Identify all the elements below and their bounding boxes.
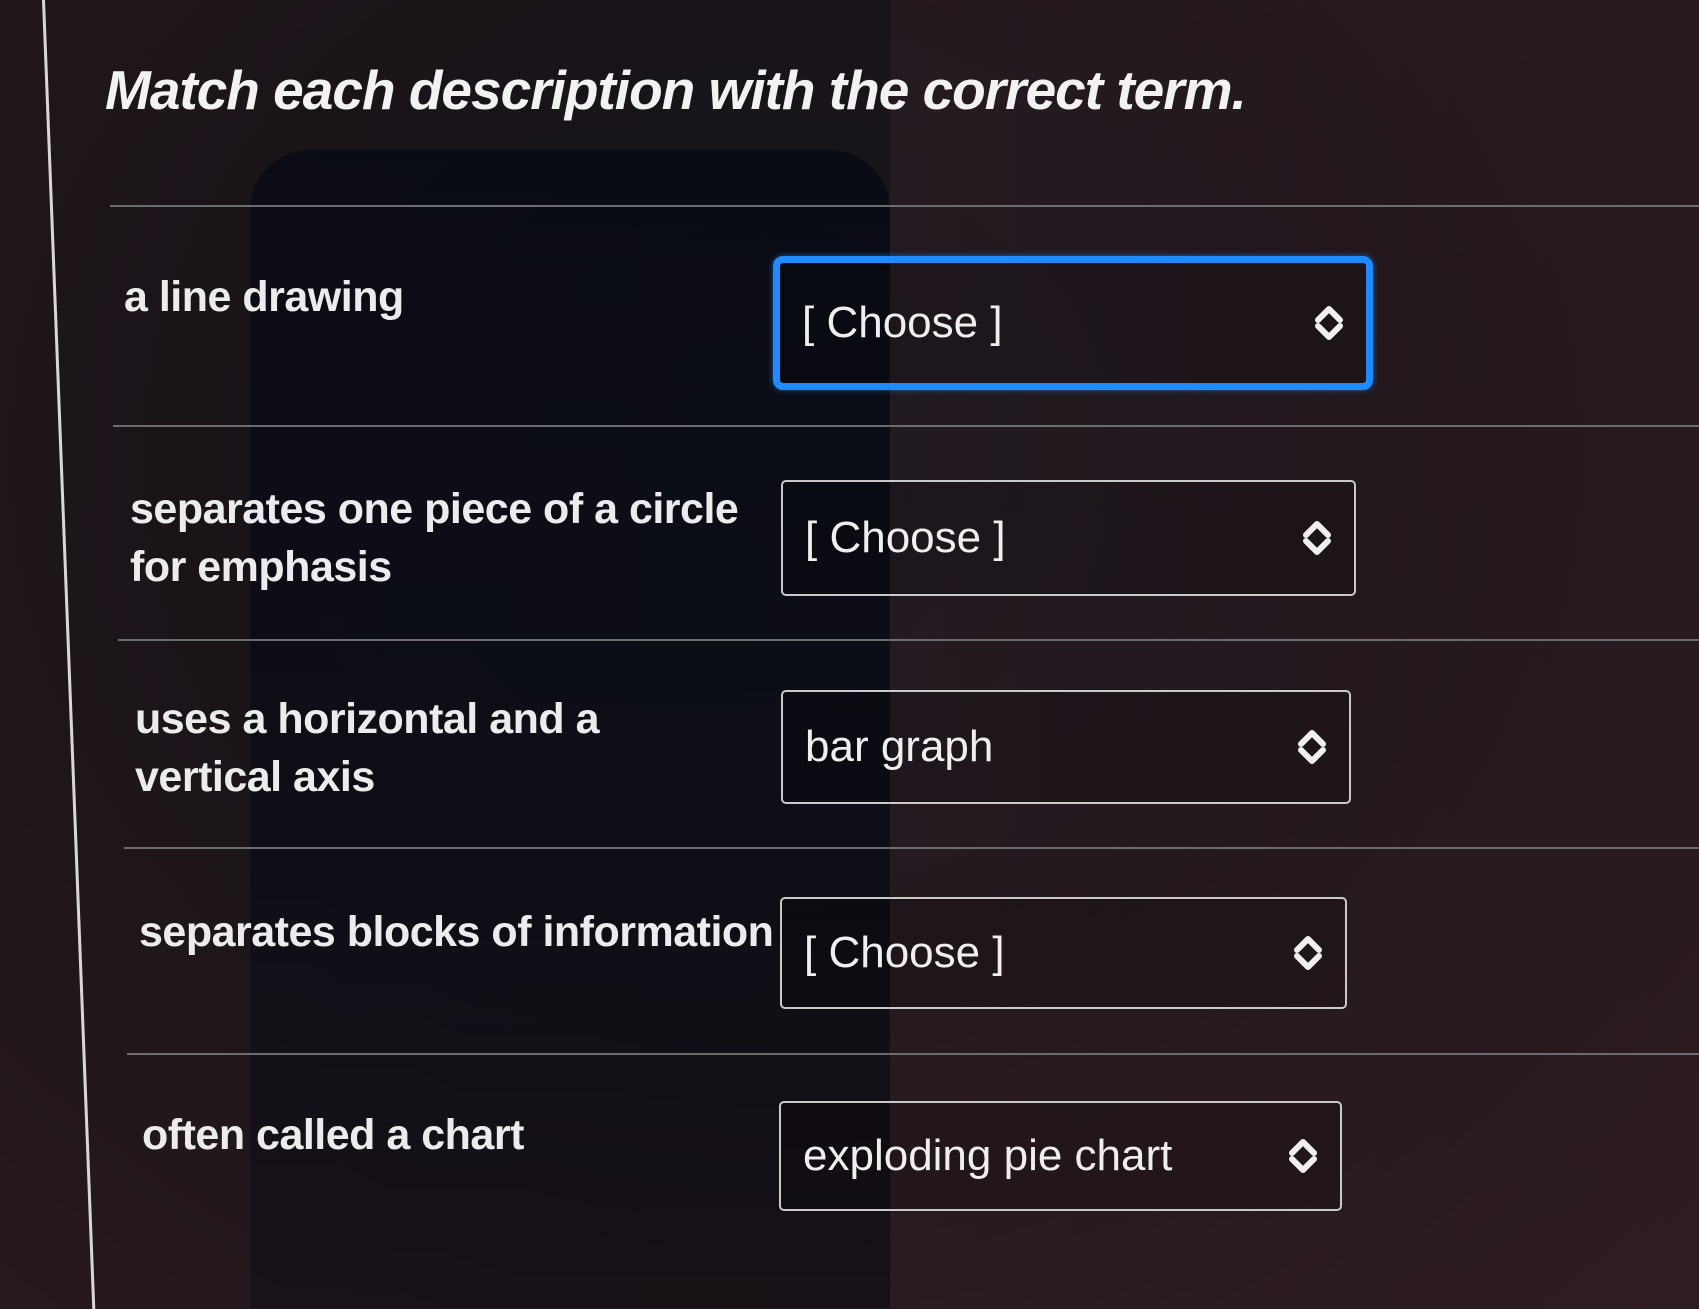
select-value: bar graph xyxy=(805,722,994,771)
chevron-up-down-icon xyxy=(1294,936,1322,970)
select-value: [ Choose ] xyxy=(802,298,1003,347)
row-divider xyxy=(118,639,1699,641)
chevron-up-down-icon xyxy=(1289,1139,1317,1173)
chevron-up-down-icon xyxy=(1303,521,1331,555)
row-divider xyxy=(124,847,1699,849)
row-divider xyxy=(110,205,1699,207)
term-select-5[interactable]: exploding pie chart xyxy=(779,1101,1342,1211)
row-description: often called a chart xyxy=(142,1111,524,1159)
chevron-up-down-icon xyxy=(1298,730,1326,764)
term-select-4[interactable]: [ Choose ] xyxy=(780,897,1347,1009)
term-select-1[interactable]: [ Choose ] xyxy=(773,256,1373,390)
row-description: uses a horizontal and a vertical axis xyxy=(135,695,600,801)
term-select-3[interactable]: bar graph xyxy=(781,690,1351,804)
question-prompt: Match each description with the correct … xyxy=(105,59,1247,121)
row-description: a line drawing xyxy=(124,273,404,321)
chevron-up-down-icon xyxy=(1315,306,1343,340)
select-value: [ Choose ] xyxy=(805,513,1006,562)
select-value: exploding pie chart xyxy=(803,1131,1173,1180)
row-description: separates one piece of a circle for emph… xyxy=(130,485,739,591)
row-divider xyxy=(113,425,1699,427)
row-description: separates blocks of information xyxy=(139,908,774,956)
select-value: [ Choose ] xyxy=(804,928,1005,977)
row-divider xyxy=(127,1053,1699,1055)
content-left-border xyxy=(42,0,96,1309)
term-select-2[interactable]: [ Choose ] xyxy=(781,480,1356,596)
